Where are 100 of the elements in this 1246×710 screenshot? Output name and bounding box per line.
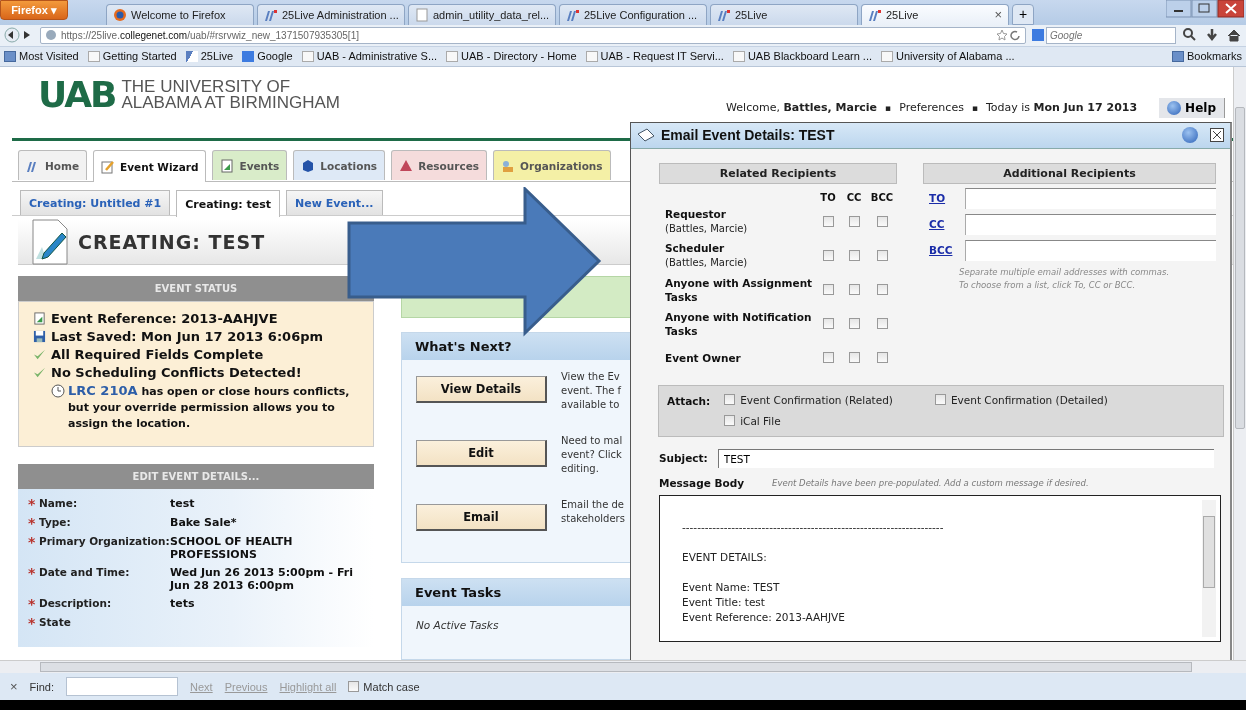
browser-tab[interactable]: 25Live Administration ... (257, 3, 405, 25)
bookmark-item[interactable]: UAB Blackboard Learn ... (732, 50, 872, 63)
browser-tab[interactable]: 25Live (710, 3, 858, 25)
attach-label: Attach: (667, 393, 711, 409)
match-case-checkbox[interactable]: Match case (348, 680, 420, 693)
sub-tab[interactable]: Creating: Untitled #1 (20, 190, 171, 216)
checkbox[interactable] (822, 284, 834, 296)
message-scrollbar[interactable] (1202, 499, 1216, 637)
action-button[interactable]: Email (416, 504, 547, 532)
email-field[interactable] (965, 187, 1216, 209)
action-button[interactable]: Edit (416, 440, 547, 468)
checkbox[interactable] (848, 284, 860, 296)
nav-tab[interactable]: Organizations (493, 150, 611, 181)
action-button[interactable]: View Details (416, 376, 547, 404)
nav-tab[interactable]: Event Wizard (93, 150, 207, 183)
address-bar[interactable]: https://25live.collegenet.com/uab/#rsrvwiz_new_1371507935305[1] (40, 26, 1026, 44)
bookmark-item[interactable]: UAB - Request IT Servi... (585, 50, 724, 63)
checkbox[interactable] (876, 216, 888, 228)
checkbox[interactable] (822, 318, 834, 330)
star-reload-icon[interactable] (997, 29, 1021, 42)
recipient-link[interactable]: BCC (929, 244, 955, 257)
subject-field[interactable]: TEST (717, 448, 1214, 468)
nav-tab[interactable]: Locations (293, 150, 386, 181)
logo-text: THE UNIVERSITY OF (121, 78, 292, 95)
page-title: CREATING: TEST (78, 231, 266, 254)
section-header: Related Recipients (659, 162, 897, 184)
checkbox[interactable] (822, 250, 834, 262)
bookmark-item[interactable]: 25Live (185, 50, 234, 63)
toolbar-icons[interactable] (1182, 27, 1242, 44)
checkbox[interactable] (848, 250, 860, 262)
nav-tab[interactable]: Events (212, 150, 288, 181)
check-icon (33, 348, 46, 362)
search-engine-icon[interactable] (1032, 29, 1044, 42)
bookmark-item[interactable]: University of Alabama ... (881, 50, 1015, 63)
window-controls-icon[interactable] (1166, 0, 1244, 18)
nav-tab[interactable]: Resources (391, 150, 488, 181)
attachment-option[interactable]: Event Confirmation (Detailed) (934, 391, 1108, 408)
hint-text: To choose from a list, click To, CC or BCC. (959, 278, 1137, 292)
close-icon[interactable] (1210, 128, 1224, 143)
find-field[interactable] (66, 677, 179, 697)
new-tab-button[interactable]: + (1012, 3, 1034, 25)
bookmark-item[interactable]: Google (242, 50, 293, 63)
email-field[interactable] (965, 213, 1216, 235)
horizontal-scrollbar[interactable] (0, 660, 1246, 674)
message-body-field[interactable]: --------------------------------------------------------------------- EVENT DETAILS: Event Name: TEST Event Title: test Event Reference: 2013-AAHJVE (659, 494, 1221, 642)
recipient-label: Anyone with Assignment Tasks (665, 275, 814, 304)
bookmark-item[interactable]: Getting Started (87, 50, 177, 63)
bookmark-item[interactable]: UAB - Administrative S... (301, 50, 438, 63)
browser-tab[interactable]: admin_utility_data_rel... (408, 3, 556, 25)
browser-tab[interactable]: 25Live Configuration ... (559, 3, 707, 25)
required-mark: * (28, 535, 37, 550)
checkbox[interactable] (848, 352, 860, 364)
recipient-name: (Battles, Marcie) (665, 222, 749, 237)
field-value: tets (170, 597, 196, 611)
status-text: No Scheduling Conflicts Detected! (51, 365, 302, 381)
bookmarks-menu[interactable]: Bookmarks (1171, 50, 1242, 63)
bookmark-item[interactable]: UAB - Directory - Home (446, 50, 577, 63)
checkbox[interactable] (848, 318, 860, 330)
required-mark: * (28, 616, 37, 631)
document-icon (220, 158, 235, 173)
column-header: CC (845, 191, 863, 203)
globe-icon (113, 7, 127, 22)
checkbox[interactable] (876, 250, 888, 262)
sub-tab[interactable]: Creating: test (176, 190, 281, 218)
panel-header: EVENT STATUS (18, 276, 374, 302)
action-description: Email the de (561, 498, 625, 513)
sub-tab[interactable]: New Event... (286, 190, 383, 216)
pencil-icon (101, 159, 116, 174)
browser-tab[interactable]: 25Live × (861, 3, 1009, 25)
vertical-scrollbar[interactable] (1233, 66, 1246, 661)
recipient-link[interactable]: CC (929, 218, 955, 231)
checkbox[interactable] (876, 352, 888, 364)
email-field[interactable] (965, 239, 1216, 261)
recipient-link[interactable]: TO (929, 192, 955, 205)
help-icon[interactable] (1182, 127, 1198, 144)
checkbox[interactable] (822, 352, 834, 364)
search-field[interactable]: Google (1046, 26, 1176, 44)
checkbox[interactable] (822, 216, 834, 228)
document-pencil-icon (32, 219, 68, 266)
attachment-option[interactable]: iCal File (724, 412, 781, 429)
conflict-note: LRC 210A has open or close hours conflicts, but your override permission allows you to assign the location. (68, 383, 351, 433)
field-label: State (39, 616, 72, 629)
close-find-button[interactable]: × (10, 679, 18, 695)
checkbox[interactable] (848, 216, 860, 228)
bookmark-item[interactable]: Most Visited (4, 50, 79, 63)
field-label: Date and Time: (39, 566, 131, 579)
logo-text: ALABAMA AT BIRMINGHAM (121, 94, 340, 111)
nav-tab[interactable]: Home (18, 150, 88, 181)
separator: ▪ (885, 102, 892, 113)
date-text: Today is Mon Jun 17 2013 (986, 101, 1138, 115)
browser-tab[interactable]: Welcome to Firefox (106, 3, 254, 25)
help-button[interactable]: Help (1159, 97, 1225, 118)
field-value: test (170, 497, 196, 511)
preferences-link[interactable]: Preferences (899, 101, 964, 115)
field-value: Bake Sale* (170, 516, 238, 530)
location-link[interactable]: LRC 210A (68, 383, 138, 399)
checkbox[interactable] (876, 318, 888, 330)
field-label: Description: (39, 597, 113, 610)
checkbox[interactable] (876, 284, 888, 296)
attachment-option[interactable]: Event Confirmation (Related) (724, 391, 893, 408)
